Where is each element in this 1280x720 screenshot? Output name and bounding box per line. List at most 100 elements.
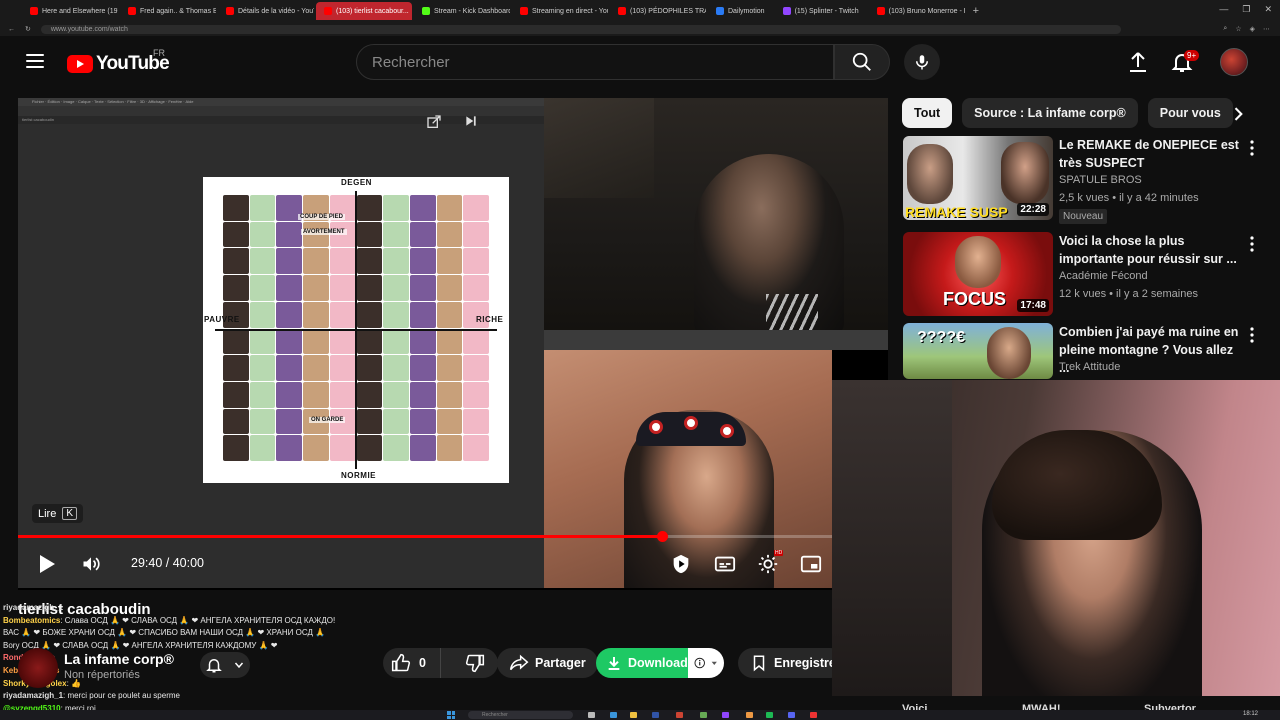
filter-chip[interactable]: Pour vous [1147, 98, 1233, 128]
more-options-button[interactable] [1249, 236, 1255, 257]
windows-start-icon[interactable] [447, 711, 455, 719]
tab-label: Fred again.. & Thomas Ba... [140, 7, 216, 15]
video-title[interactable]: Le REMAKE de ONEPIECE est très SUSPECT [1059, 136, 1243, 172]
browser-tab[interactable]: (103) PÉDOPHILES TRANS... [610, 2, 706, 20]
video-thumbnail[interactable]: ????€ [903, 323, 1053, 379]
tier-tile [303, 275, 329, 301]
sponsor-block-button[interactable] [670, 553, 692, 580]
next-video-icon[interactable] [464, 114, 478, 128]
volume-button[interactable] [80, 554, 102, 579]
browser-tab[interactable]: (103) tierlist cacabour... [316, 2, 412, 20]
chat-username[interactable]: riyadamazigh_1 [3, 603, 63, 612]
miniplayer-button[interactable] [800, 553, 822, 580]
tab-label: (103) PÉDOPHILES TRANS... [630, 7, 706, 15]
download-button[interactable]: Download [596, 648, 702, 678]
play-button[interactable] [38, 554, 56, 579]
spotify-icon[interactable] [766, 712, 773, 718]
notification-count-badge: 9+ [1184, 50, 1200, 61]
app-icon[interactable] [700, 712, 707, 718]
youtube-taskbar-icon[interactable] [810, 712, 817, 718]
taskbar-search[interactable]: Rechercher [468, 711, 573, 719]
video-channel[interactable]: SPATULE BROS [1059, 174, 1142, 186]
browser-tab[interactable]: Here and Elsewhere (197... [22, 2, 118, 20]
chat-username[interactable]: riyadamazigh_1 [3, 691, 63, 700]
reload-icon[interactable]: ↻ [25, 25, 31, 33]
back-icon[interactable]: ← [8, 26, 15, 33]
search-button[interactable] [834, 44, 890, 80]
video-channel[interactable]: Trek Attitude [1059, 361, 1120, 373]
settings-button[interactable] [757, 553, 779, 580]
open-external-icon[interactable] [426, 114, 442, 130]
video-title[interactable]: Voici la chose la plus importante pour r… [1059, 232, 1243, 268]
tier-tile [223, 328, 249, 355]
chips-next-button[interactable] [1228, 104, 1248, 129]
filter-chip[interactable]: Source : La infame corp® [962, 98, 1138, 128]
time-separator: / [162, 556, 173, 570]
filter-chip[interactable]: Tout [902, 98, 953, 128]
menu-hamburger-icon[interactable] [26, 54, 44, 68]
account-avatar[interactable] [1220, 48, 1248, 76]
discord-icon[interactable] [788, 712, 795, 718]
voice-search-button[interactable] [904, 44, 940, 80]
chat-text: ВАС 🙏 ❤ БОЖЕ ХРАНИ ОСД 🙏 ❤ СПАСИБО ВАМ Н… [3, 628, 326, 638]
shared-screen: Fichier · Édition · Image · Calque · Tex… [18, 98, 544, 588]
subtitles-icon [714, 556, 736, 572]
browser-tab[interactable]: Stream - Kick Dashboard [414, 2, 510, 20]
upload-button[interactable] [1126, 50, 1150, 79]
subscription-bell-button[interactable] [200, 652, 250, 678]
tier-tile [276, 381, 303, 408]
share-button[interactable]: Partager [497, 648, 598, 678]
tier-tile [329, 301, 356, 328]
recommendation-item[interactable]: FOCUS 17:48 Voici la chose la plus impor… [903, 232, 1269, 318]
save-label: Enregistrer [774, 656, 841, 670]
browser-tab[interactable]: Détails de la vidéo - YouT... [218, 2, 314, 20]
video-thumbnail[interactable]: REMAKE SUSP 22:28 [903, 136, 1053, 220]
dislike-button[interactable] [447, 648, 485, 678]
search-input[interactable] [356, 44, 834, 80]
photoshop-icon[interactable] [652, 712, 659, 718]
save-button[interactable]: Enregistrer [738, 648, 845, 678]
tier-tile [249, 301, 276, 328]
browser-tab[interactable]: (103) Bruno Monerroe - Br... [869, 2, 965, 20]
extension-icon[interactable]: ◈ [1250, 25, 1255, 33]
video-thumbnail[interactable]: FOCUS 17:48 [903, 232, 1053, 316]
more-options-button[interactable] [1249, 327, 1255, 348]
tier-tile [356, 355, 383, 381]
twitch-icon[interactable] [722, 712, 729, 718]
download-options-button[interactable] [688, 648, 724, 678]
channel-avatar[interactable] [18, 648, 58, 688]
like-button[interactable]: 0 [383, 648, 441, 678]
browser-tab[interactable]: Streaming en direct - You... [512, 2, 608, 20]
tier-note-1: COUP DE PIED [298, 214, 345, 220]
new-tab-button[interactable]: + [967, 5, 985, 17]
progress-bar[interactable] [18, 531, 888, 542]
more-options-button[interactable] [1249, 140, 1255, 161]
close-icon[interactable]: ✕ [1264, 4, 1272, 15]
browser-tab[interactable]: Fred again.. & Thomas Ba... [120, 2, 216, 20]
subtitles-button[interactable] [714, 553, 736, 580]
progress-scrubber[interactable] [656, 531, 668, 542]
tier-tile [329, 328, 356, 355]
channel-name[interactable]: La infame corp® [64, 651, 174, 667]
edge-icon[interactable] [610, 712, 617, 718]
zoom-icon[interactable]: ⌕ [1223, 25, 1227, 33]
url-field[interactable]: www.youtube.com/watch [40, 24, 1121, 34]
tier-tile [436, 328, 463, 355]
menu-dots-icon[interactable]: ⋯ [1263, 25, 1270, 33]
firefox-icon[interactable] [746, 712, 753, 718]
folder-icon[interactable] [630, 712, 637, 718]
obs-icon[interactable] [676, 712, 683, 718]
browser-tab[interactable]: Dailymotion [708, 2, 773, 20]
recommendation-item[interactable]: REMAKE SUSP 22:28 Le REMAKE de ONEPIECE … [903, 136, 1269, 224]
maximize-icon[interactable]: ❐ [1242, 4, 1250, 15]
browser-tab[interactable]: (15) Splinter - Twitch [775, 2, 867, 20]
task-view-icon[interactable] [588, 712, 595, 718]
chat-username[interactable]: Bombeatomics [3, 616, 60, 625]
video-player[interactable]: Fichier · Édition · Image · Calque · Tex… [18, 98, 888, 590]
minimize-icon[interactable]: — [1219, 4, 1228, 15]
volume-icon [83, 557, 100, 571]
tier-tile [249, 381, 276, 408]
bookmark-star-icon[interactable]: ☆ [1235, 25, 1241, 33]
tier-tile [436, 248, 463, 275]
video-channel[interactable]: Académie Fécond [1059, 270, 1148, 282]
